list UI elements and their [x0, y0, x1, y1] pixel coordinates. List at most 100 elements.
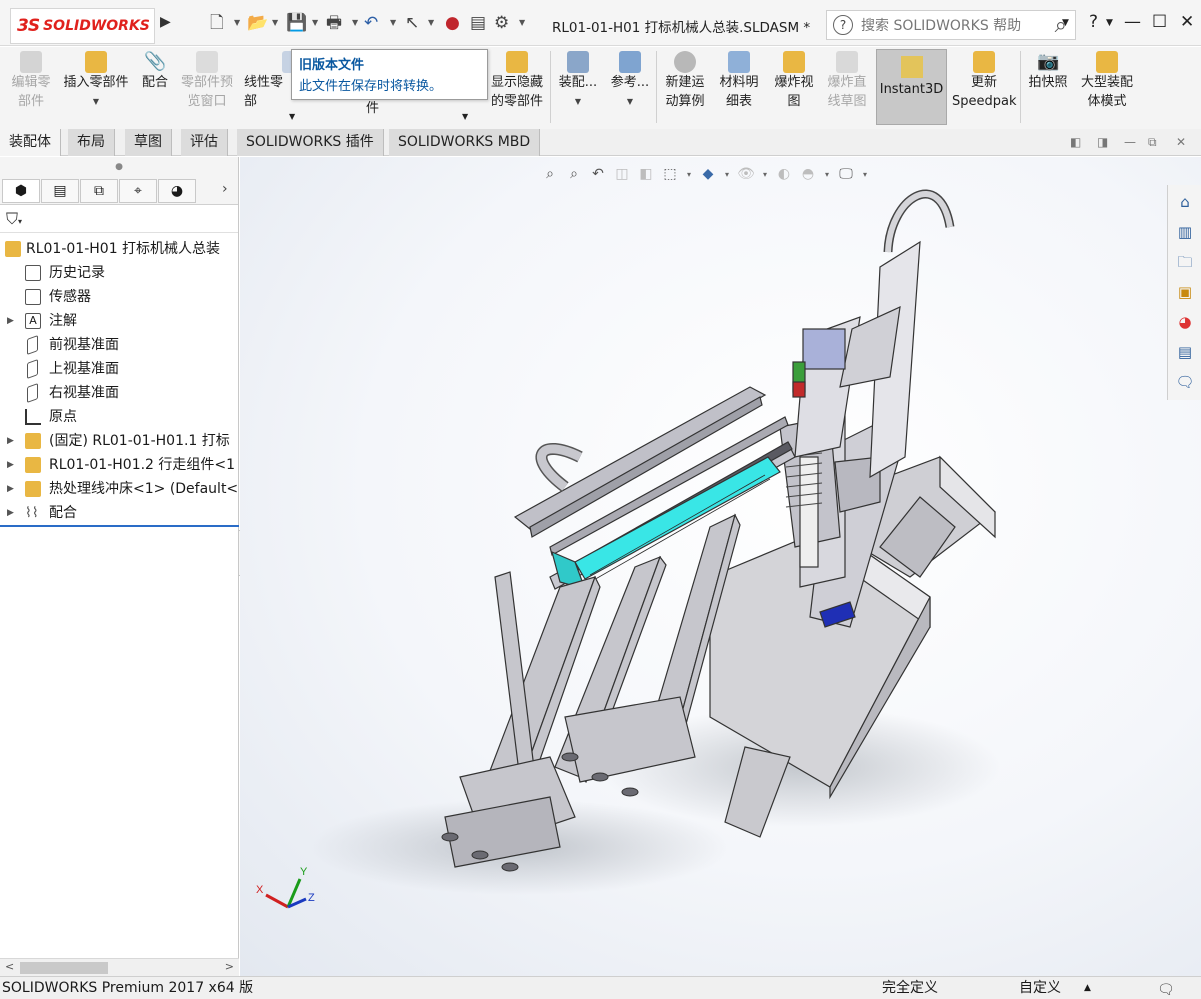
close-button[interactable]: ✕	[1180, 12, 1194, 32]
menu-expand-arrow-icon[interactable]: ▶	[160, 14, 171, 30]
select-dropdown-icon[interactable]: ▼	[428, 18, 434, 27]
print-icon[interactable]: 🖶	[326, 14, 342, 32]
help-button[interactable]: ?	[1089, 12, 1098, 32]
tree-item-right-plane[interactable]: 右视基准面	[0, 381, 239, 405]
tree-item-mates[interactable]: ▶ ⌇⌇ 配合	[0, 501, 239, 525]
tree-filter-icon[interactable]: ⛉▾	[0, 205, 238, 233]
instant3d-toggle[interactable]: Instant3D	[876, 49, 947, 125]
new-dropdown-icon[interactable]: ▼	[234, 18, 240, 27]
large-assembly-mode-button[interactable]: 大型装配 体模式	[1076, 51, 1138, 111]
solidworks-logo[interactable]: 3S SOLIDWORKS	[10, 8, 155, 44]
tab-layout[interactable]: 布局	[68, 129, 115, 156]
tab-solidworks-mbd[interactable]: SOLIDWORKS MBD	[389, 129, 541, 156]
save-dropdown-icon[interactable]: ▼	[312, 18, 318, 27]
minimize-button[interactable]: —	[1124, 12, 1141, 32]
insert-component-dropdown-icon[interactable]: ▼	[58, 92, 134, 111]
scroll-right-icon[interactable]: >	[225, 960, 234, 973]
units-dropdown-icon[interactable]: ▲	[1084, 977, 1091, 999]
file-explorer-icon[interactable]: 🗀	[1172, 249, 1198, 275]
tree-item-front-plane[interactable]: 前视基准面	[0, 333, 239, 357]
feature-manager-tab-icon[interactable]: ⬢	[2, 179, 40, 203]
maximize-button[interactable]: ☐	[1152, 12, 1167, 32]
take-snapshot-button[interactable]: 📷 拍快照	[1024, 51, 1072, 92]
file-properties-icon[interactable]: ▤	[470, 14, 486, 32]
forum-chat-icon[interactable]: 🗨	[1172, 369, 1198, 395]
tree-item-walking-assembly[interactable]: ▶ RL01-01-H01.2 行走组件<1	[0, 453, 239, 477]
update-speedpak-button[interactable]: 更新 Speedpak	[952, 51, 1017, 111]
reference-geometry-button[interactable]: 参考... ▼	[608, 51, 652, 111]
tab-solidworks-addins[interactable]: SOLIDWORKS 插件	[237, 129, 384, 156]
solidworks-resources-home-icon[interactable]: ⌂	[1172, 189, 1198, 215]
show-hidden-components-button[interactable]: 显示隐藏 的零部件	[488, 51, 546, 111]
design-library-icon[interactable]: ▥	[1172, 219, 1198, 245]
save-icon[interactable]: 💾	[286, 14, 307, 32]
insert-component-button[interactable]: 插入零部件 ▼	[58, 51, 134, 111]
scroll-left-icon[interactable]: <	[5, 960, 14, 973]
linear-pattern-button[interactable]: 线性零部	[244, 51, 304, 111]
expand-arrow-icon[interactable]: ▶	[7, 429, 14, 453]
quick-tips-icon[interactable]: 🗨	[1157, 979, 1175, 999]
scrollbar-thumb[interactable]	[20, 962, 108, 974]
expand-arrow-icon[interactable]: ▶	[7, 501, 14, 525]
open-dropdown-icon[interactable]: ▼	[272, 18, 278, 27]
property-manager-tab-icon[interactable]: ▤	[41, 179, 79, 203]
new-document-icon[interactable]: 🗋	[210, 14, 224, 32]
tree-root-assembly[interactable]: RL01-01-H01 打标机械人总装	[0, 237, 239, 261]
print-dropdown-icon[interactable]: ▼	[352, 18, 358, 27]
doc-close-icon[interactable]: ✕	[1176, 135, 1186, 149]
view-palette-icon[interactable]: ▣	[1172, 279, 1198, 305]
edit-part-button[interactable]: 编辑零 部件	[8, 51, 54, 111]
display-manager-tab-icon[interactable]: ◕	[158, 179, 196, 203]
explode-line-icon	[836, 51, 858, 73]
doc-restore-icon[interactable]: ⧉	[1148, 135, 1157, 150]
reference-dropdown-icon[interactable]: ▼	[608, 92, 652, 111]
tree-item-sensors[interactable]: 传感器	[0, 285, 239, 309]
component-preview-button[interactable]: 零部件预 览窗口	[176, 51, 238, 111]
panel-splitter-handle[interactable]: ●	[0, 157, 238, 177]
tree-item-press[interactable]: ▶ 热处理线冲床<1> (Default<	[0, 477, 239, 501]
undo-dropdown-icon[interactable]: ▼	[390, 18, 396, 27]
tile-right-icon[interactable]: ◨	[1097, 135, 1108, 149]
expand-arrow-icon[interactable]: ▶	[7, 477, 14, 501]
pattern-dropdown-icon[interactable]: ▼	[462, 107, 468, 126]
rebuild-traffic-light-icon[interactable]: ●	[445, 14, 460, 32]
more-tabs-arrow-icon[interactable]: ›	[222, 181, 228, 197]
tile-left-icon[interactable]: ◧	[1070, 135, 1081, 149]
help-dropdown-icon[interactable]: ▼	[1106, 18, 1113, 28]
tree-item-fixed-component[interactable]: ▶ (固定) RL01-01-H01.1 打标	[0, 429, 239, 453]
units-custom-selector[interactable]: 自定义	[1019, 977, 1061, 999]
undo-icon[interactable]: ↶	[364, 14, 378, 32]
linear-pattern-dropdown-icon[interactable]: ▼	[289, 107, 295, 126]
mate-button[interactable]: 📎 配合	[140, 51, 170, 92]
expand-arrow-icon[interactable]: ▶	[7, 453, 14, 477]
explode-line-sketch-button[interactable]: 爆炸直 线草图	[822, 51, 872, 111]
doc-minimize-icon[interactable]: —	[1124, 135, 1136, 149]
options-gear-icon[interactable]: ⚙	[494, 14, 509, 32]
open-document-icon[interactable]: 📂	[247, 14, 268, 32]
horizontal-scrollbar[interactable]: < >	[0, 958, 239, 976]
appearances-scenes-icon[interactable]: ◕	[1172, 309, 1198, 335]
configuration-manager-tab-icon[interactable]: ⧉	[80, 179, 118, 203]
exploded-view-button[interactable]: 爆炸视 图	[770, 51, 818, 111]
exploded-view-icon	[783, 51, 805, 73]
tree-item-origin[interactable]: 原点	[0, 405, 239, 429]
tree-item-history[interactable]: 历史记录	[0, 261, 239, 285]
graphics-area[interactable]: ⌕ ⌕ ↶ ◫ ◧ ⬚ ▾ ◆ ▾ 👁 ▾ ◐ ◓ ▾ 🖵 ▾ X Y Z	[240, 157, 1201, 976]
custom-properties-icon[interactable]: ▤	[1172, 339, 1198, 365]
tree-item-top-plane[interactable]: 上视基准面	[0, 357, 239, 381]
tab-sketch[interactable]: 草图	[125, 129, 172, 156]
help-search-field[interactable]: ? 搜索 SOLIDWORKS 帮助 ⌕	[826, 10, 1076, 40]
search-dropdown-icon[interactable]: ▼	[1062, 18, 1069, 28]
tab-evaluate[interactable]: 评估	[181, 129, 228, 156]
expand-arrow-icon[interactable]: ▶	[7, 309, 14, 333]
select-cursor-icon[interactable]: ↖	[405, 14, 419, 32]
tab-assembly[interactable]: 装配体	[0, 129, 61, 156]
tree-item-annotations[interactable]: ▶ A 注解	[0, 309, 239, 333]
assembly-features-button[interactable]: 装配... ▼	[556, 51, 600, 111]
assembly-features-dropdown-icon[interactable]: ▼	[556, 92, 600, 111]
new-motion-study-button[interactable]: 新建运 动算例	[662, 51, 708, 111]
robot-assembly-model[interactable]	[240, 157, 1201, 976]
dimxpert-tab-icon[interactable]: ⌖	[119, 179, 157, 203]
options-dropdown-icon[interactable]: ▼	[519, 18, 525, 27]
bill-of-materials-button[interactable]: 材料明 细表	[716, 51, 762, 111]
